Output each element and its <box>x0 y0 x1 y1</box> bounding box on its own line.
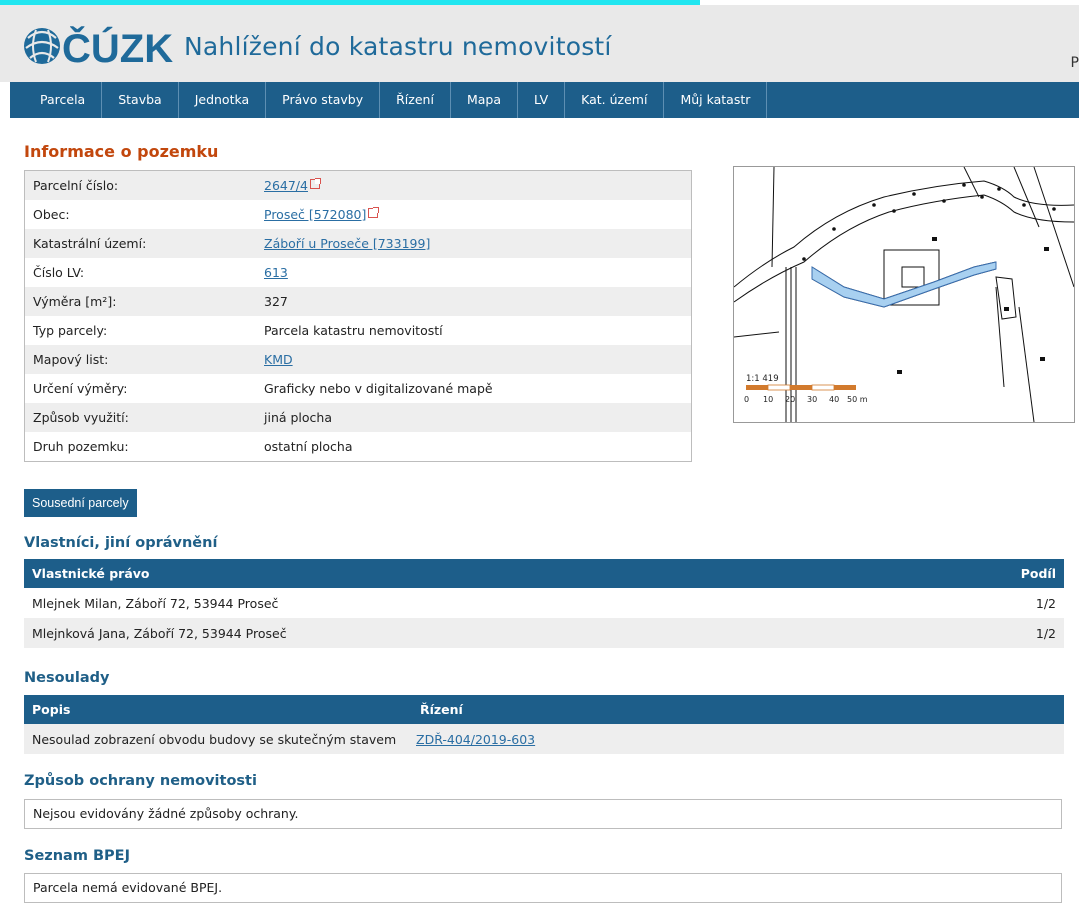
bpej-box: Parcela nemá evidované BPEJ. <box>24 873 1062 903</box>
info-key: Obec: <box>33 207 70 222</box>
owner-share: 1/2 <box>898 618 1064 648</box>
info-row: Výměra [m²]: 327 <box>24 287 692 316</box>
info-row: Druh pozemku: ostatní plocha <box>25 432 692 462</box>
external-link-icon[interactable] <box>368 207 380 218</box>
parcel-info-table: Parcelní číslo: 2647/4 Obec: Proseč [57208… <box>24 170 692 462</box>
table-row: Mlejnková Jana, Záboří 72, 53944 Proseč … <box>24 618 1064 648</box>
info-row: Způsob využití: jiná plocha <box>24 403 692 432</box>
info-key: Způsob využití: <box>24 403 256 432</box>
info-value: 327 <box>256 287 692 316</box>
protection-heading: Způsob ochrany nemovitosti <box>24 773 257 789</box>
nav-muj-katastr[interactable]: Můj katastr <box>664 82 768 118</box>
nav-pravo-stavby[interactable]: Právo stavby <box>266 82 381 118</box>
table-row: Nesoulad zobrazení obvodu budovy se skut… <box>24 724 1064 754</box>
col-description: Popis <box>24 695 412 724</box>
bpej-heading: Seznam BPEJ <box>24 848 130 864</box>
info-heading: Informace o pozemku <box>24 142 219 161</box>
cuzk-logo[interactable]: ČÚZK <box>22 22 177 70</box>
info-key: Mapový list: <box>24 345 256 374</box>
info-key: Typ parcely: <box>33 323 108 338</box>
info-value: Parcela katastru nemovitostí <box>264 323 443 338</box>
col-proceeding: Řízení <box>412 695 1064 724</box>
app-title: Nahlížení do katastru nemovitostí <box>184 32 612 61</box>
scale-tick: 30 <box>807 395 817 404</box>
scale-tick: 50 m <box>847 395 868 404</box>
map-sheet-link[interactable]: KMD <box>264 352 293 367</box>
external-link-icon[interactable] <box>309 178 321 189</box>
parcel-number-link[interactable]: 2647/4 <box>264 178 308 193</box>
map-scale-label: 1:1 419 <box>746 374 779 384</box>
proceeding-link[interactable]: ZDŘ-404/2019-603 <box>416 732 535 747</box>
scale-tick: 0 <box>744 395 749 404</box>
header: ČÚZK Nahlížení do katastru nemovitostí P <box>0 5 1079 82</box>
main-nav: Parcela Stavba Jednotka Právo stavby Říz… <box>10 82 1079 118</box>
info-key: Katastrální území: <box>24 229 256 258</box>
info-key: Druh pozemku: <box>33 439 129 454</box>
discrepancy-description: Nesoulad zobrazení obvodu budovy se skut… <box>24 724 412 754</box>
scale-tick: 20 <box>785 395 795 404</box>
info-value: ostatní plocha <box>264 439 353 454</box>
nav-kat-uzemi[interactable]: Kat. území <box>565 82 665 118</box>
info-row: Obec: Proseč [572080] <box>25 200 692 229</box>
nav-jednotka[interactable]: Jednotka <box>179 82 267 118</box>
protection-box: Nejsou evidovány žádné způsoby ochrany. <box>24 799 1062 829</box>
info-row: Parcelní číslo: 2647/4 <box>24 170 692 200</box>
nav-rizeni[interactable]: Řízení <box>380 82 451 118</box>
owner-name: Mlejnková Jana, Záboří 72, 53944 Proseč <box>24 618 899 648</box>
info-key: Určení výměry: <box>33 381 128 396</box>
info-row: Určení výměry: Graficky nebo v digitalizo… <box>25 374 692 403</box>
info-key: Výměra [m²]: <box>24 287 256 316</box>
discrepancies-table: Popis Řízení Nesoulad zobrazení obvodu b… <box>24 695 1064 754</box>
scale-tick: 40 <box>829 395 839 404</box>
owners-heading: Vlastníci, jiní oprávnění <box>24 535 218 551</box>
header-edge-text: P <box>1070 55 1079 71</box>
logo-text: ČÚZK <box>62 25 173 70</box>
owner-name: Mlejnek Milan, Záboří 72, 53944 Proseč <box>24 588 899 618</box>
col-share: Podíl <box>898 559 1064 588</box>
discrepancies-heading: Nesoulady <box>24 670 110 686</box>
scale-tick: 10 <box>763 395 773 404</box>
parcel-map-thumbnail[interactable]: 1:1 419 0 10 20 30 40 50 m <box>733 166 1075 423</box>
cadastral-map: 1:1 419 0 10 20 30 40 50 m <box>733 166 1075 423</box>
nav-lv[interactable]: LV <box>518 82 566 118</box>
info-row: Katastrální území: Záboří u Proseče [7331… <box>24 229 692 258</box>
municipality-link[interactable]: Proseč [572080] <box>264 207 366 222</box>
col-ownership: Vlastnické právo <box>24 559 899 588</box>
table-row: Mlejnek Milan, Záboří 72, 53944 Proseč 1… <box>24 588 1064 618</box>
info-row: Číslo LV: 613 <box>25 258 692 287</box>
owners-table: Vlastnické právo Podíl Mlejnek Milan, Zá… <box>24 559 1064 648</box>
info-value: jiná plocha <box>256 403 692 432</box>
info-row: Mapový list: KMD <box>24 345 692 374</box>
lv-number-link[interactable]: 613 <box>264 265 288 280</box>
owner-share: 1/2 <box>898 588 1064 618</box>
cadastral-area-link[interactable]: Záboří u Proseče [733199] <box>264 236 430 251</box>
nav-mapa[interactable]: Mapa <box>451 82 518 118</box>
info-key: Parcelní číslo: <box>24 170 256 200</box>
neighbor-parcels-button[interactable]: Sousední parcely <box>24 489 137 517</box>
info-row: Typ parcely: Parcela katastru nemovitostí <box>25 316 692 345</box>
nav-parcela[interactable]: Parcela <box>10 82 103 118</box>
info-key: Číslo LV: <box>33 265 85 280</box>
nav-stavba[interactable]: Stavba <box>102 82 179 118</box>
info-value: Graficky nebo v digitalizované mapě <box>264 381 493 396</box>
